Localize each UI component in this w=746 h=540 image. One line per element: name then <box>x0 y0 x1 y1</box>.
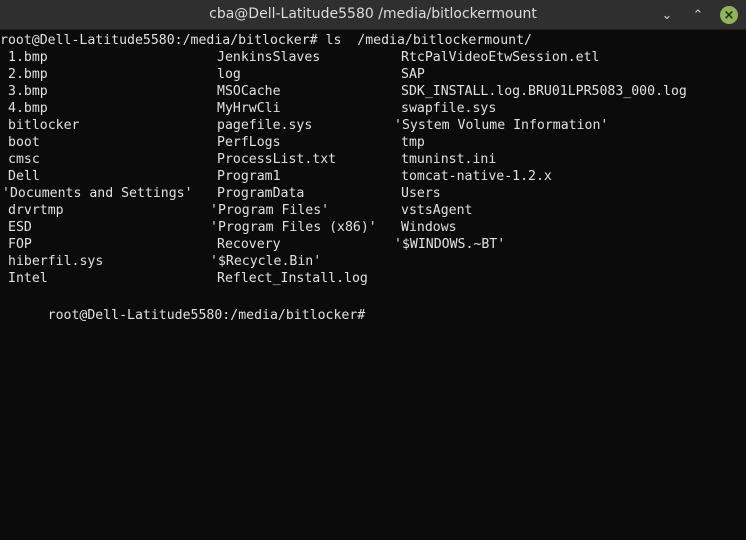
ls-entry: RtcPalVideoEtwSession.etl <box>401 50 600 65</box>
ls-entry: tmp <box>401 135 425 150</box>
ls-entry: tomcat-native-1.2.x <box>401 169 552 184</box>
ls-entry: Program1 <box>217 169 281 184</box>
ls-entry: 'System Volume Information' <box>394 118 609 133</box>
ls-entry: 2.bmp <box>8 67 48 82</box>
ls-entry: Reflect_Install.log <box>217 271 368 286</box>
ls-entry: ProcessList.txt <box>217 152 337 167</box>
command-line: root@Dell-Latitude5580:/media/bitlocker#… <box>0 33 532 48</box>
ls-entry: Windows <box>401 220 457 235</box>
ls-entry: 'Documents and Settings' <box>2 186 193 201</box>
ls-entry: PerfLogs <box>217 135 281 150</box>
ls-entry: SDK_INSTALL.log.BRU01LPR5083_000.log <box>401 84 687 99</box>
ls-entry: 4.bmp <box>8 101 48 116</box>
ls-entry: 3.bmp <box>8 84 48 99</box>
window-title: cba@Dell-Latitude5580 /media/bitlockermo… <box>209 6 537 22</box>
close-icon[interactable]: × <box>720 6 738 24</box>
final-prompt-line: root@Dell-Latitude5580:/media/bitlocker# <box>0 287 372 323</box>
ls-entry: ProgramData <box>217 186 305 201</box>
ls-entry: Users <box>401 186 441 201</box>
ls-entry: 1.bmp <box>8 50 48 65</box>
ls-entry: Intel <box>8 271 48 286</box>
ls-entry: Recovery <box>217 237 281 252</box>
ls-entry: tmuninst.ini <box>401 152 497 167</box>
maximize-icon[interactable]: ⌃ <box>689 6 707 24</box>
terminal-output[interactable]: root@Dell-Latitude5580:/media/bitlocker#… <box>0 30 746 540</box>
ls-entry: JenkinsSlaves <box>217 50 321 65</box>
ls-entry: ESD <box>8 220 32 235</box>
ls-entry: Dell <box>8 169 40 184</box>
ls-entry: bitlocker <box>8 118 80 133</box>
ls-entry: MSOCache <box>217 84 281 99</box>
minimize-icon[interactable]: ⌄ <box>658 6 676 24</box>
title-bar[interactable]: cba@Dell-Latitude5580 /media/bitlockermo… <box>0 0 746 30</box>
final-prompt: root@Dell-Latitude5580:/media/bitlocker# <box>47 308 366 323</box>
ls-entry: 'Program Files' <box>210 203 330 218</box>
ls-entry: boot <box>8 135 40 150</box>
ls-entry: MyHrwCli <box>217 101 281 116</box>
ls-entry: log <box>217 67 241 82</box>
ls-entry: cmsc <box>8 152 40 167</box>
ls-entry: SAP <box>401 67 425 82</box>
ls-entry: hiberfil.sys <box>8 254 104 269</box>
terminal-window: cba@Dell-Latitude5580 /media/bitlockermo… <box>0 0 746 540</box>
ls-entry: '$Recycle.Bin' <box>210 254 322 269</box>
ls-entry: drvrtmp <box>8 203 64 218</box>
ls-entry: 'Program Files (x86)' <box>210 220 377 235</box>
ls-entry: '$WINDOWS.~BT' <box>394 237 506 252</box>
ls-entry: FOP <box>8 237 32 252</box>
ls-entry: swapfile.sys <box>401 101 497 116</box>
text-cursor <box>365 304 372 319</box>
ls-entry: vstsAgent <box>401 203 473 218</box>
ls-entry: pagefile.sys <box>217 118 313 133</box>
